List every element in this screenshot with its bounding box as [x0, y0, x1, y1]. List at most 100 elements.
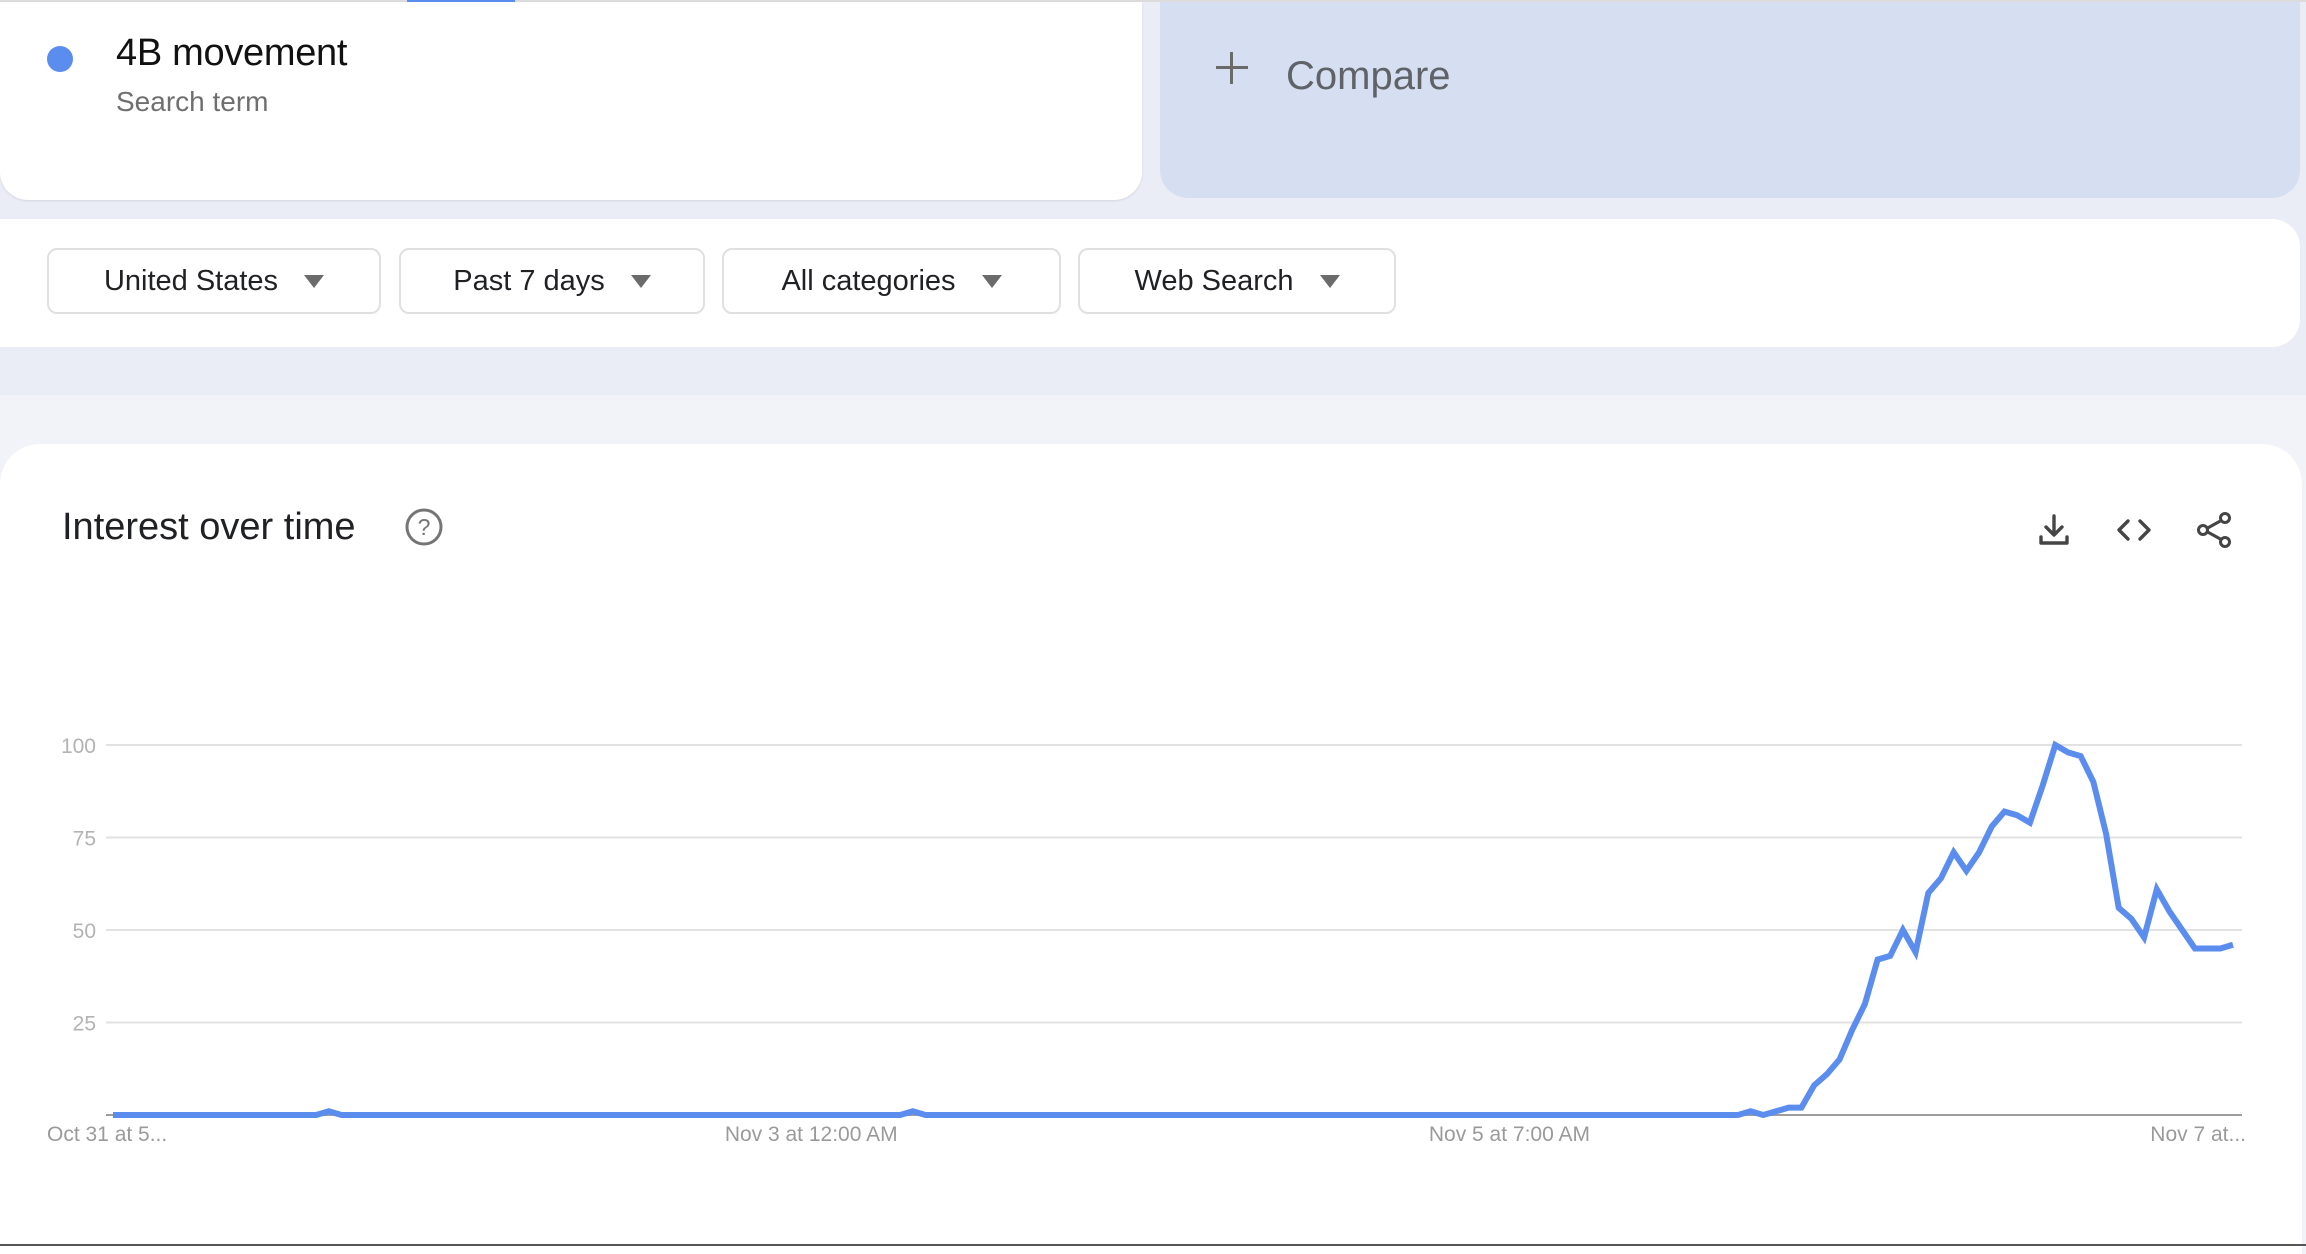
- data-point[interactable]: [1935, 872, 1947, 884]
- data-point[interactable]: [1199, 1109, 1211, 1121]
- data-point[interactable]: [894, 1109, 906, 1121]
- data-point[interactable]: [958, 1109, 970, 1121]
- data-point[interactable]: [1922, 887, 1934, 899]
- data-point[interactable]: [2214, 943, 2226, 955]
- data-point[interactable]: [2227, 939, 2239, 951]
- data-point[interactable]: [513, 1109, 525, 1121]
- data-point[interactable]: [983, 1109, 995, 1121]
- data-point[interactable]: [1237, 1109, 1249, 1121]
- data-point[interactable]: [183, 1109, 195, 1121]
- data-point[interactable]: [336, 1109, 348, 1121]
- data-point[interactable]: [539, 1109, 551, 1121]
- data-point[interactable]: [919, 1109, 931, 1121]
- data-point[interactable]: [348, 1109, 360, 1121]
- data-point[interactable]: [501, 1109, 513, 1121]
- data-point[interactable]: [234, 1109, 246, 1121]
- data-point[interactable]: [1173, 1109, 1185, 1121]
- data-point[interactable]: [386, 1109, 398, 1121]
- data-point[interactable]: [1491, 1109, 1503, 1121]
- data-point[interactable]: [1478, 1109, 1490, 1121]
- data-point[interactable]: [945, 1109, 957, 1121]
- data-point[interactable]: [856, 1109, 868, 1121]
- data-point[interactable]: [564, 1109, 576, 1121]
- data-point[interactable]: [1288, 1109, 1300, 1121]
- data-point[interactable]: [653, 1109, 665, 1121]
- data-point[interactable]: [2202, 943, 2214, 955]
- data-point[interactable]: [1872, 954, 1884, 966]
- data-point[interactable]: [831, 1109, 843, 1121]
- data-point[interactable]: [374, 1109, 386, 1121]
- data-point[interactable]: [2011, 809, 2023, 821]
- data-point[interactable]: [1389, 1109, 1401, 1121]
- data-point[interactable]: [1046, 1109, 1058, 1121]
- data-point[interactable]: [1402, 1109, 1414, 1121]
- data-point[interactable]: [2125, 913, 2137, 925]
- data-point[interactable]: [1707, 1109, 1719, 1121]
- data-point[interactable]: [577, 1109, 589, 1121]
- data-point[interactable]: [1364, 1109, 1376, 1121]
- data-point[interactable]: [602, 1109, 614, 1121]
- data-point[interactable]: [1846, 1024, 1858, 1036]
- data-point[interactable]: [729, 1109, 741, 1121]
- data-point[interactable]: [1262, 1109, 1274, 1121]
- data-point[interactable]: [1973, 846, 1985, 858]
- data-point[interactable]: [221, 1109, 233, 1121]
- data-point[interactable]: [1326, 1109, 1338, 1121]
- data-point[interactable]: [285, 1109, 297, 1121]
- data-point[interactable]: [1910, 946, 1922, 958]
- data-point[interactable]: [272, 1109, 284, 1121]
- data-point[interactable]: [1503, 1109, 1515, 1121]
- data-point[interactable]: [716, 1109, 728, 1121]
- data-point[interactable]: [818, 1109, 830, 1121]
- data-point[interactable]: [1833, 1054, 1845, 1066]
- data-point[interactable]: [412, 1109, 424, 1121]
- data-point[interactable]: [1681, 1109, 1693, 1121]
- data-point[interactable]: [1427, 1109, 1439, 1121]
- data-point[interactable]: [2087, 776, 2099, 788]
- data-point[interactable]: [361, 1109, 373, 1121]
- data-point[interactable]: [1960, 865, 1972, 877]
- data-point[interactable]: [1300, 1109, 1312, 1121]
- data-point[interactable]: [209, 1109, 221, 1121]
- data-point[interactable]: [2138, 931, 2150, 943]
- data-point[interactable]: [1135, 1109, 1147, 1121]
- data-point[interactable]: [1376, 1109, 1388, 1121]
- data-point[interactable]: [1440, 1109, 1452, 1121]
- data-point[interactable]: [1605, 1109, 1617, 1121]
- data-point[interactable]: [1211, 1109, 1223, 1121]
- data-point[interactable]: [107, 1109, 119, 1121]
- data-point[interactable]: [666, 1109, 678, 1121]
- data-point[interactable]: [1795, 1102, 1807, 1114]
- data-point[interactable]: [805, 1109, 817, 1121]
- data-point[interactable]: [1008, 1109, 1020, 1121]
- data-point[interactable]: [1592, 1109, 1604, 1121]
- data-point[interactable]: [551, 1109, 563, 1121]
- data-point[interactable]: [259, 1109, 271, 1121]
- data-point[interactable]: [1224, 1109, 1236, 1121]
- data-point[interactable]: [247, 1109, 259, 1121]
- data-point[interactable]: [996, 1109, 1008, 1121]
- data-point[interactable]: [145, 1109, 157, 1121]
- data-point[interactable]: [170, 1109, 182, 1121]
- data-point[interactable]: [1453, 1109, 1465, 1121]
- data-point[interactable]: [793, 1109, 805, 1121]
- data-point[interactable]: [1415, 1109, 1427, 1121]
- data-point[interactable]: [1732, 1109, 1744, 1121]
- data-point[interactable]: [1643, 1109, 1655, 1121]
- data-point[interactable]: [1580, 1109, 1592, 1121]
- data-point[interactable]: [691, 1109, 703, 1121]
- data-point[interactable]: [2062, 746, 2074, 758]
- data-point[interactable]: [1250, 1109, 1262, 1121]
- data-point[interactable]: [1656, 1109, 1668, 1121]
- data-point[interactable]: [1186, 1109, 1198, 1121]
- data-point[interactable]: [932, 1109, 944, 1121]
- data-point[interactable]: [2024, 817, 2036, 829]
- data-point[interactable]: [1770, 1105, 1782, 1117]
- data-point[interactable]: [2113, 902, 2125, 914]
- data-point[interactable]: [450, 1109, 462, 1121]
- data-point[interactable]: [475, 1109, 487, 1121]
- data-point[interactable]: [1529, 1109, 1541, 1121]
- data-point[interactable]: [1554, 1109, 1566, 1121]
- data-point[interactable]: [1694, 1109, 1706, 1121]
- data-point[interactable]: [196, 1109, 208, 1121]
